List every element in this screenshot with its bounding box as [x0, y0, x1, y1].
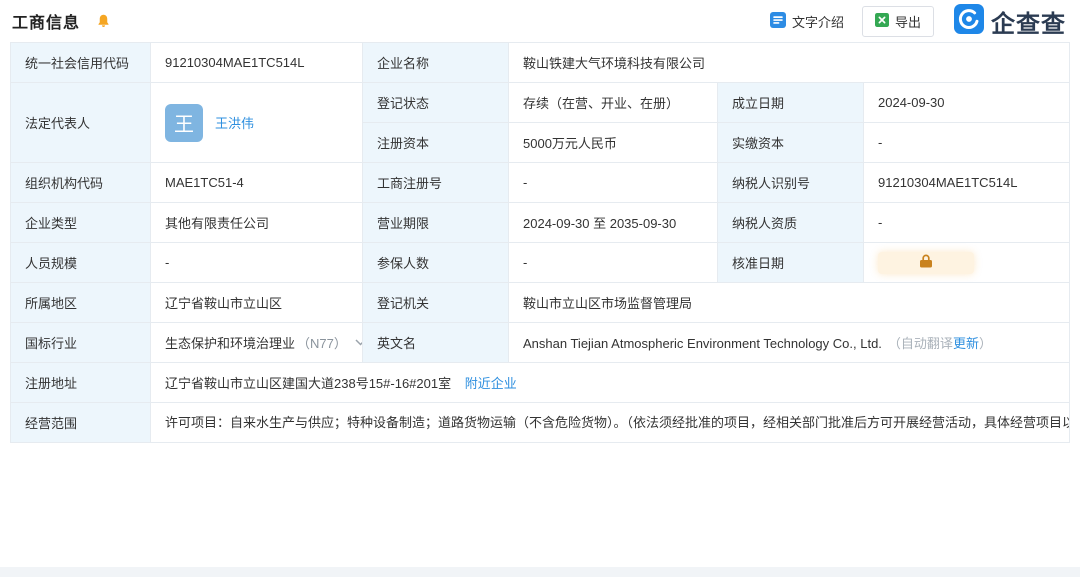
excel-icon [875, 13, 889, 30]
org-code-value: MAE1TC51-4 [151, 163, 363, 203]
reg-status-value: 存续（在营、开业、在册） [509, 83, 718, 123]
business-info-table: 统一社会信用代码 91210304MAE1TC514L 企业名称 鞍山铁建大气环… [10, 42, 1070, 443]
business-info-panel: 工商信息 文字介绍 [0, 0, 1080, 577]
biz-term-label: 营业期限 [363, 203, 509, 243]
region-label: 所属地区 [11, 283, 151, 323]
document-lines-icon [770, 12, 786, 31]
biz-reg-no-label: 工商注册号 [363, 163, 509, 203]
page-title: 工商信息 [12, 9, 80, 33]
lock-icon [920, 254, 932, 271]
reg-address-label: 注册地址 [11, 363, 151, 403]
company-type-value: 其他有限责任公司 [151, 203, 363, 243]
taxpayer-id-value: 91210304MAE1TC514L [864, 163, 1070, 203]
table-row: 人员规模 - 参保人数 - 核准日期 [11, 243, 1070, 283]
table-row: 统一社会信用代码 91210304MAE1TC514L 企业名称 鞍山铁建大气环… [11, 43, 1070, 83]
english-name-value: Anshan Tiejian Atmospheric Environment T… [523, 336, 882, 351]
taxpayer-quality-label: 纳税人资质 [718, 203, 864, 243]
reg-authority-label: 登记机关 [363, 283, 509, 323]
legal-rep-avatar[interactable]: 王 [165, 104, 203, 142]
export-label: 导出 [895, 12, 921, 31]
table-row: 所属地区 辽宁省鞍山市立山区 登记机关 鞍山市立山区市场监督管理局 [11, 283, 1070, 323]
industry-value: 生态保护和环境治理业 [165, 333, 295, 352]
reg-capital-value: 5000万元人民币 [509, 123, 718, 163]
export-button[interactable]: 导出 [862, 6, 934, 37]
nearby-companies-link[interactable]: 附近企业 [465, 376, 517, 391]
page-bottom-strip [0, 567, 1080, 577]
industry-label: 国标行业 [11, 323, 151, 363]
header-actions: 文字介绍 导出 [770, 4, 1066, 39]
table-row: 法定代表人 王 王洪伟 登记状态 存续（在营、开业、在册） 成立日期 2024-… [11, 83, 1070, 123]
chevron-down-icon [355, 339, 363, 346]
reg-address-cell: 辽宁省鞍山市立山区建国大道238号15#-16#201室 附近企业 [151, 363, 1070, 403]
table-row: 注册地址 辽宁省鞍山市立山区建国大道238号15#-16#201室 附近企业 [11, 363, 1070, 403]
legal-rep-cell: 王 王洪伟 [151, 83, 363, 163]
qichacha-logo [954, 4, 984, 39]
english-name-cell: Anshan Tiejian Atmospheric Environment T… [509, 323, 1070, 363]
approval-date-label: 核准日期 [718, 243, 864, 283]
industry-dropdown[interactable]: 生态保护和环境治理业 （N77） [165, 333, 348, 352]
staff-size-label: 人员规模 [11, 243, 151, 283]
panel-header: 工商信息 文字介绍 [0, 0, 1080, 42]
table-row: 经营范围 许可项目：自来水生产与供应；特种设备制造；道路货物运输（不含危险货物）… [11, 403, 1070, 443]
brand-logo-group[interactable]: 企查查 [954, 4, 1066, 39]
paid-capital-label: 实缴资本 [718, 123, 864, 163]
reg-authority-value: 鞍山市立山区市场监督管理局 [509, 283, 1070, 323]
reg-capital-label: 注册资本 [363, 123, 509, 163]
table-row: 企业类型 其他有限责任公司 营业期限 2024-09-30 至 2035-09-… [11, 203, 1070, 243]
english-name-label: 英文名 [363, 323, 509, 363]
industry-value-cell: 生态保护和环境治理业 （N77） [151, 323, 363, 363]
bell-icon[interactable] [96, 13, 111, 29]
taxpayer-quality-value: - [864, 203, 1070, 243]
establish-date-value: 2024-09-30 [864, 83, 1070, 123]
legal-rep-label: 法定代表人 [11, 83, 151, 163]
table-row: 国标行业 生态保护和环境治理业 （N77） 英文名 Anshan Tie [11, 323, 1070, 363]
table-row: 组织机构代码 MAE1TC51-4 工商注册号 - 纳税人识别号 9121030… [11, 163, 1070, 203]
industry-code: （N77） [297, 333, 347, 352]
org-code-label: 组织机构代码 [11, 163, 151, 203]
biz-term-value: 2024-09-30 至 2035-09-30 [509, 203, 718, 243]
taxpayer-id-label: 纳税人识别号 [718, 163, 864, 203]
unified-code-label: 统一社会信用代码 [11, 43, 151, 83]
text-intro-label: 文字介绍 [792, 12, 844, 31]
staff-size-value: - [151, 243, 363, 283]
company-type-label: 企业类型 [11, 203, 151, 243]
approval-date-value [864, 243, 1070, 283]
locked-value[interactable] [878, 252, 974, 274]
text-intro-button[interactable]: 文字介绍 [770, 12, 844, 31]
establish-date-label: 成立日期 [718, 83, 864, 123]
biz-reg-no-value: - [509, 163, 718, 203]
reg-address-value: 辽宁省鞍山市立山区建国大道238号15#-16#201室 [165, 376, 451, 391]
translate-update-link[interactable]: 更新 [953, 336, 979, 351]
unified-code-value: 91210304MAE1TC514L [151, 43, 363, 83]
reg-status-label: 登记状态 [363, 83, 509, 123]
paid-capital-value: - [864, 123, 1070, 163]
brand-name: 企查查 [991, 4, 1066, 39]
auto-translate-note: （自动翻译更新） [888, 336, 992, 351]
biz-scope-label: 经营范围 [11, 403, 151, 443]
region-value: 辽宁省鞍山市立山区 [151, 283, 363, 323]
company-name-value: 鞍山铁建大气环境科技有限公司 [509, 43, 1070, 83]
legal-rep-link[interactable]: 王洪伟 [215, 113, 254, 132]
insured-count-label: 参保人数 [363, 243, 509, 283]
company-name-label: 企业名称 [363, 43, 509, 83]
insured-count-value: - [509, 243, 718, 283]
biz-scope-value: 许可项目：自来水生产与供应；特种设备制造；道路货物运输（不含危险货物）。（依法须… [151, 403, 1070, 443]
